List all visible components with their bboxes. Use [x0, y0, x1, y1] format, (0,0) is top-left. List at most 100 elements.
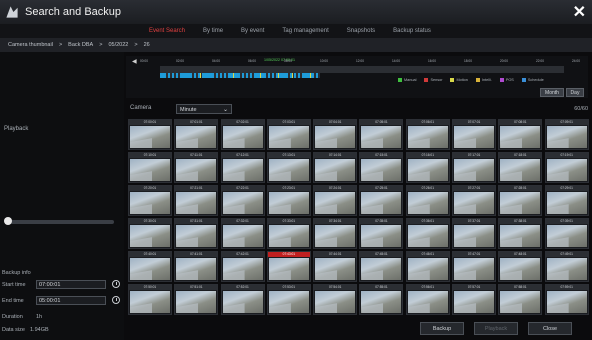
thumbnail[interactable]: 07:07:01	[452, 119, 497, 150]
thumbnail[interactable]: 07:25:01	[359, 185, 404, 216]
thumbnail[interactable]: 07:59:01	[544, 284, 589, 315]
tab-by-time[interactable]: By time	[194, 24, 232, 38]
thumbnail[interactable]: 07:52:01	[220, 284, 265, 315]
thumbnail[interactable]: 07:05:01	[359, 119, 404, 150]
thumbnail[interactable]: 07:33:01	[266, 218, 311, 249]
thumbnail[interactable]: 07:03:01	[266, 119, 311, 150]
day-button[interactable]: Day	[566, 88, 584, 97]
thumbnail[interactable]: 07:54:01	[313, 284, 358, 315]
end-time-label: End time	[2, 298, 24, 304]
recording-segment	[218, 73, 220, 78]
backup-button[interactable]: Backup	[420, 322, 464, 335]
thumbnail[interactable]: 07:08:01	[498, 119, 543, 150]
thumbnail[interactable]: 07:14:01	[313, 152, 358, 183]
thumbnail-image	[500, 192, 541, 214]
close-button[interactable]: Close	[528, 322, 572, 335]
thumbnail[interactable]: 07:00:01	[128, 119, 172, 150]
thumbnail[interactable]: 07:29:01	[544, 185, 589, 216]
thumbnail[interactable]: 07:37:01	[452, 218, 497, 249]
thumbnail[interactable]: 07:41:01	[174, 251, 219, 282]
thumbnail[interactable]: 07:28:01	[498, 185, 543, 216]
interval-select[interactable]: Minute ⌄	[176, 104, 232, 114]
legend-item: Sensor	[424, 78, 442, 82]
thumbnail[interactable]: 07:31:01	[174, 218, 219, 249]
breadcrumb-item[interactable]: 05/2022	[108, 42, 128, 48]
thumbnail[interactable]: 07:44:01	[313, 251, 358, 282]
tab-tag-management[interactable]: Tag management	[273, 24, 337, 38]
legend-label: Manual	[404, 78, 417, 82]
thumbnail[interactable]: 07:22:01	[220, 185, 265, 216]
thumbnail[interactable]: 07:42:01	[220, 251, 265, 282]
end-time-input[interactable]	[36, 296, 106, 305]
thumbnail[interactable]: 07:27:01	[452, 185, 497, 216]
thumbnail[interactable]: 07:57:01	[452, 284, 497, 315]
app-logo-icon	[6, 6, 18, 18]
tab-by-event[interactable]: By event	[232, 24, 273, 38]
thumbnail[interactable]: 07:49:01	[544, 251, 589, 282]
thumbnail-time: 07:41:01	[175, 252, 218, 257]
timeline-prev-icon[interactable]: ◀	[132, 58, 137, 65]
thumbnail[interactable]: 07:36:01	[405, 218, 450, 249]
thumbnail[interactable]: 07:45:01	[359, 251, 404, 282]
month-button[interactable]: Month	[540, 88, 564, 97]
thumbnail[interactable]: 07:56:01	[405, 284, 450, 315]
thumbnail[interactable]: 07:16:01	[405, 152, 450, 183]
playback-button[interactable]: Playback	[474, 322, 518, 335]
thumbnail[interactable]: 07:50:01	[128, 284, 172, 315]
thumbnail[interactable]: 07:19:01	[544, 152, 589, 183]
slider-knob[interactable]	[4, 217, 12, 225]
thumbnail[interactable]: 07:43:01	[266, 251, 311, 282]
thumbnail[interactable]: 07:09:01	[544, 119, 589, 150]
thumbnail[interactable]: 07:20:01	[128, 185, 172, 216]
thumbnail[interactable]: 07:51:01	[174, 284, 219, 315]
thumbnail[interactable]: 07:10:01	[128, 152, 172, 183]
clock-icon[interactable]	[112, 280, 120, 288]
close-icon[interactable]: ✕	[573, 2, 586, 22]
clock-icon[interactable]	[112, 296, 120, 304]
breadcrumb-item[interactable]: Camera thumbnail	[8, 42, 53, 48]
thumbnail[interactable]: 07:48:01	[498, 251, 543, 282]
thumbnail[interactable]: 07:47:01	[452, 251, 497, 282]
thumbnail[interactable]: 07:53:01	[266, 284, 311, 315]
start-time-input[interactable]	[36, 280, 106, 289]
tab-event-search[interactable]: Event Search	[140, 24, 194, 38]
thumbnail[interactable]: 07:01:01	[174, 119, 219, 150]
thumbnail-time: 07:45:01	[360, 252, 403, 257]
thumbnail[interactable]: 07:34:01	[313, 218, 358, 249]
thumbnail[interactable]: 07:12:01	[220, 152, 265, 183]
thumbnail[interactable]: 07:58:01	[498, 284, 543, 315]
thumbnail[interactable]: 07:55:01	[359, 284, 404, 315]
tab-backup-status[interactable]: Backup status	[384, 24, 440, 38]
thumbnail[interactable]: 07:11:01	[174, 152, 219, 183]
thumbnail[interactable]: 07:24:01	[313, 185, 358, 216]
breadcrumb-item[interactable]: 26	[144, 42, 150, 48]
recording-segment	[162, 73, 164, 78]
thumbnail[interactable]: 07:06:01	[405, 119, 450, 150]
thumbnail[interactable]: 07:30:01	[128, 218, 172, 249]
playback-slider[interactable]	[4, 217, 114, 225]
timeline[interactable]: ◀ 1/05/2022 07:00:01 00:00 02:00 04:00 06:0…	[126, 56, 588, 98]
thumbnail[interactable]: 07:40:01	[128, 251, 172, 282]
thumbnail[interactable]: 07:21:01	[174, 185, 219, 216]
breadcrumb-item[interactable]: Back DBA	[68, 42, 93, 48]
thumbnail[interactable]: 07:13:01	[266, 152, 311, 183]
thumbnail[interactable]: 07:32:01	[220, 218, 265, 249]
motion-segment	[260, 73, 261, 78]
thumbnail[interactable]: 07:26:01	[405, 185, 450, 216]
thumbnail[interactable]: 07:15:01	[359, 152, 404, 183]
timeline-tick-label: 00:00	[140, 59, 148, 63]
recording-segment	[282, 73, 284, 78]
motion-segment	[278, 73, 279, 78]
thumbnail[interactable]: 07:02:01	[220, 119, 265, 150]
thumbnail[interactable]: 07:35:01	[359, 218, 404, 249]
recording-bar[interactable]	[160, 66, 564, 78]
thumbnail[interactable]: 07:46:01	[405, 251, 450, 282]
tab-snapshots[interactable]: Snapshots	[338, 24, 384, 38]
thumbnail[interactable]: 07:17:01	[452, 152, 497, 183]
thumbnail[interactable]: 07:38:01	[498, 218, 543, 249]
recording-segment	[182, 73, 184, 78]
thumbnail[interactable]: 07:04:01	[313, 119, 358, 150]
thumbnail[interactable]: 07:39:01	[544, 218, 589, 249]
thumbnail[interactable]: 07:18:01	[498, 152, 543, 183]
thumbnail[interactable]: 07:23:01	[266, 185, 311, 216]
